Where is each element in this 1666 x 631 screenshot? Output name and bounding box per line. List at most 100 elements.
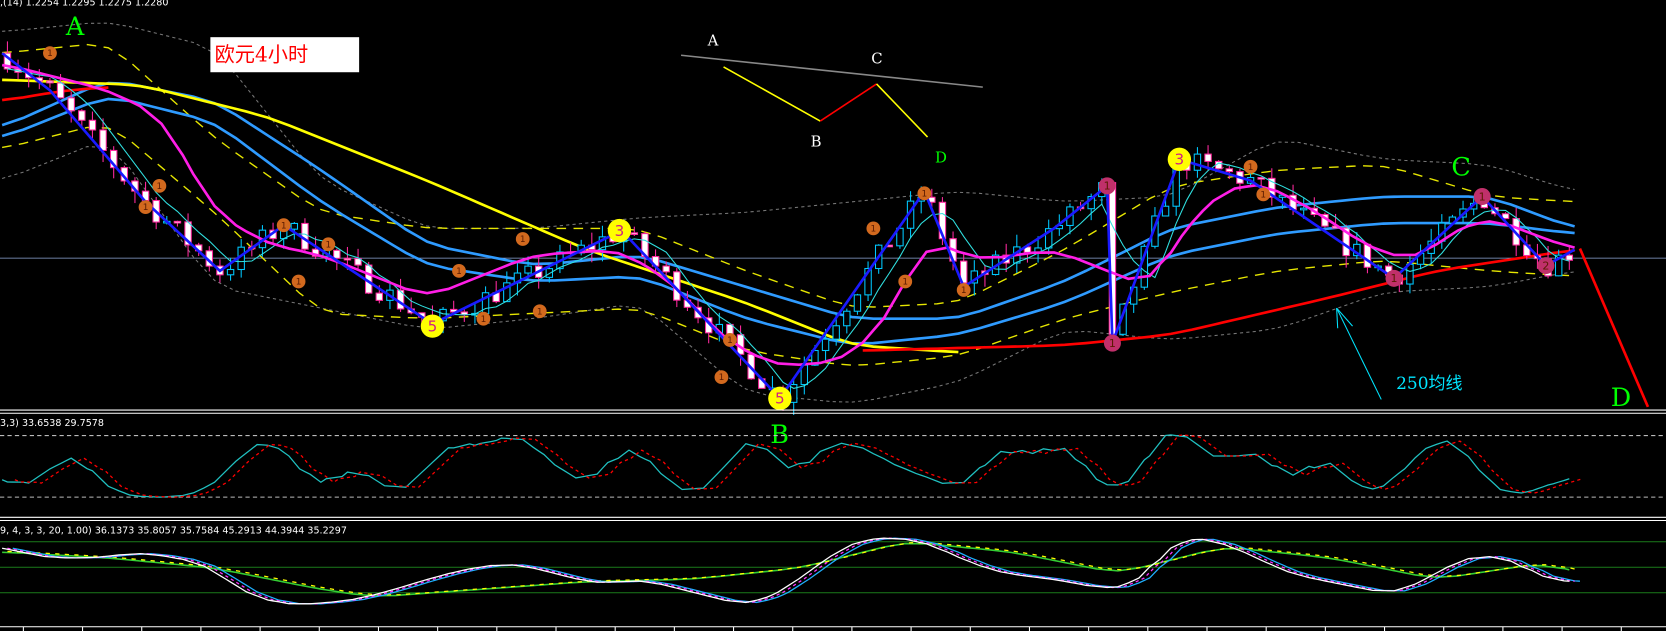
- wave-marker: 1: [152, 178, 167, 193]
- wave-marker: 1: [956, 283, 971, 297]
- wave-marker-number: 1: [296, 278, 302, 288]
- oscillator-blue-line: [12, 537, 1580, 605]
- candle: [396, 278, 405, 312]
- wave-marker-number: 5: [428, 317, 438, 335]
- candle: [853, 293, 862, 315]
- wave-marker-number: 1: [1248, 163, 1254, 173]
- sketch-label-a: A: [707, 32, 719, 50]
- bear-candle-body: [662, 265, 670, 273]
- wave-marker-number: 1: [325, 240, 331, 250]
- wave-marker: 1: [1243, 159, 1258, 174]
- wave-marker-number: 1: [456, 267, 462, 277]
- sketch-label-b: B: [811, 133, 822, 151]
- wave-marker-number: 2: [1542, 259, 1549, 272]
- title-text: 欧元4小时: [215, 43, 309, 67]
- wave-marker: 1: [866, 221, 881, 236]
- bear-candle-body: [375, 292, 384, 301]
- wave-marker: 1: [321, 237, 336, 252]
- oscillator-magenta-line: [7, 537, 1575, 605]
- wave-marker-number: 1: [1104, 180, 1111, 193]
- wave-marker-number: 3: [615, 222, 625, 240]
- wave-marker-number: 3: [1175, 151, 1185, 169]
- wave-marker: 1: [1385, 269, 1403, 287]
- wave-label-d: D: [1611, 383, 1631, 413]
- bull-candle-body: [1193, 153, 1202, 171]
- wave-marker: 1: [532, 304, 547, 319]
- abcd-sketch: A B C D: [680, 32, 983, 167]
- stochastic-signal-line: [14, 434, 1583, 498]
- candle: [641, 231, 649, 265]
- wave-marker-number: 1: [1260, 191, 1266, 201]
- sketch-label-c: C: [871, 50, 882, 68]
- wave-marker: 1: [1098, 177, 1116, 195]
- wave-marker: 1: [291, 274, 306, 289]
- wave-marker: 1: [917, 186, 932, 201]
- wave-marker: 5: [420, 314, 445, 338]
- candle: [1268, 168, 1276, 206]
- wave-marker: 3: [607, 218, 632, 243]
- wave-marker-number: 1: [1479, 190, 1486, 203]
- bear-candle-body: [173, 220, 182, 224]
- bear-candle-body: [343, 257, 352, 261]
- wave-marker: 5: [768, 386, 792, 411]
- wave-marker-number: 1: [481, 315, 487, 325]
- bull-candle-body: [290, 222, 299, 230]
- wave-marker-number: 1: [47, 49, 53, 59]
- bear-candle-body: [67, 97, 75, 112]
- bear-candle-body: [333, 249, 341, 259]
- sketch-label-d: D: [935, 149, 947, 167]
- ma250-arrow-icon: [1336, 307, 1382, 400]
- ma-blue-slow-line: [1, 97, 1575, 345]
- oscillator-values: 9, 4, 3, 3, 20, 1.00) 36.1373 35.8057 35…: [0, 525, 347, 536]
- candle: [173, 220, 182, 227]
- bull-candle-body: [524, 265, 532, 274]
- wave-marker-number: 1: [719, 373, 725, 383]
- bear-candle-body: [88, 119, 97, 131]
- wave-marker-number: 1: [157, 182, 163, 192]
- wave-marker: 1: [515, 232, 530, 246]
- bull-candle-body: [832, 325, 840, 340]
- bull-candle-body: [1161, 205, 1170, 217]
- bear-candle-body: [1257, 177, 1265, 180]
- ma-blue-line: [1, 81, 1575, 321]
- wave-marker-number: 1: [1109, 337, 1116, 350]
- bull-candle-body: [1299, 207, 1308, 211]
- candle: [1193, 147, 1202, 178]
- candle: [843, 308, 851, 334]
- bear-candle-body: [99, 129, 107, 151]
- trading-chart: 3 5 5 3 1 1 1 1 1 1 1 1 1 1 1 1 1 1 1 1 1 1 1 1 1 1 2 ,(14) 1.2254…: [0, 0, 1666, 631]
- bear-candle-body: [78, 110, 86, 121]
- wave-marker-number: 1: [520, 235, 526, 245]
- sketch-leg-bc: [819, 83, 878, 122]
- wave-marker-number: 1: [902, 278, 908, 288]
- bear-candle-body: [56, 82, 65, 99]
- bear-candle-body: [1225, 168, 1234, 173]
- wave-marker: 1: [714, 370, 729, 385]
- wave-marker-number: 1: [871, 225, 877, 235]
- bear-candle-body: [1363, 243, 1372, 268]
- wave-marker-number: 5: [775, 390, 785, 408]
- candle: [991, 250, 1000, 276]
- oscillator-slow-green-line: [2, 542, 1570, 597]
- main-indicator-values: ,(14) 1.2254 1.2295 1.2275 1.2280: [0, 0, 168, 8]
- wave-marker-number: 1: [281, 221, 287, 231]
- wave-marker: 2: [1537, 257, 1555, 275]
- sketch-leg-ab: [723, 66, 821, 122]
- wave-marker: 1: [1103, 334, 1121, 352]
- wave-marker: 1: [723, 333, 737, 347]
- candle: [460, 309, 469, 322]
- wave-marker: 1: [1256, 187, 1271, 202]
- main-price-panel[interactable]: 3 5 5 3 1 1 1 1 1 1 1 1 1 1 1 1 1 1 1 1 1 1 1 1 1 1 2: [0, 22, 1666, 416]
- bear-candle-body: [1204, 153, 1212, 162]
- wave-marker: 3: [1167, 147, 1192, 172]
- time-axis: [0, 626, 1666, 631]
- bear-candle-body: [1565, 254, 1574, 261]
- wave-marker-number: 1: [537, 307, 543, 317]
- wave-marker: 1: [898, 274, 913, 289]
- candle: [1565, 245, 1574, 270]
- wave-marker-number: 1: [922, 189, 928, 199]
- wave-marker: 1: [43, 46, 57, 61]
- stochastic-panel[interactable]: [0, 434, 1666, 498]
- wave-label-c: C: [1451, 152, 1471, 182]
- oscillator-panel[interactable]: [0, 537, 1666, 605]
